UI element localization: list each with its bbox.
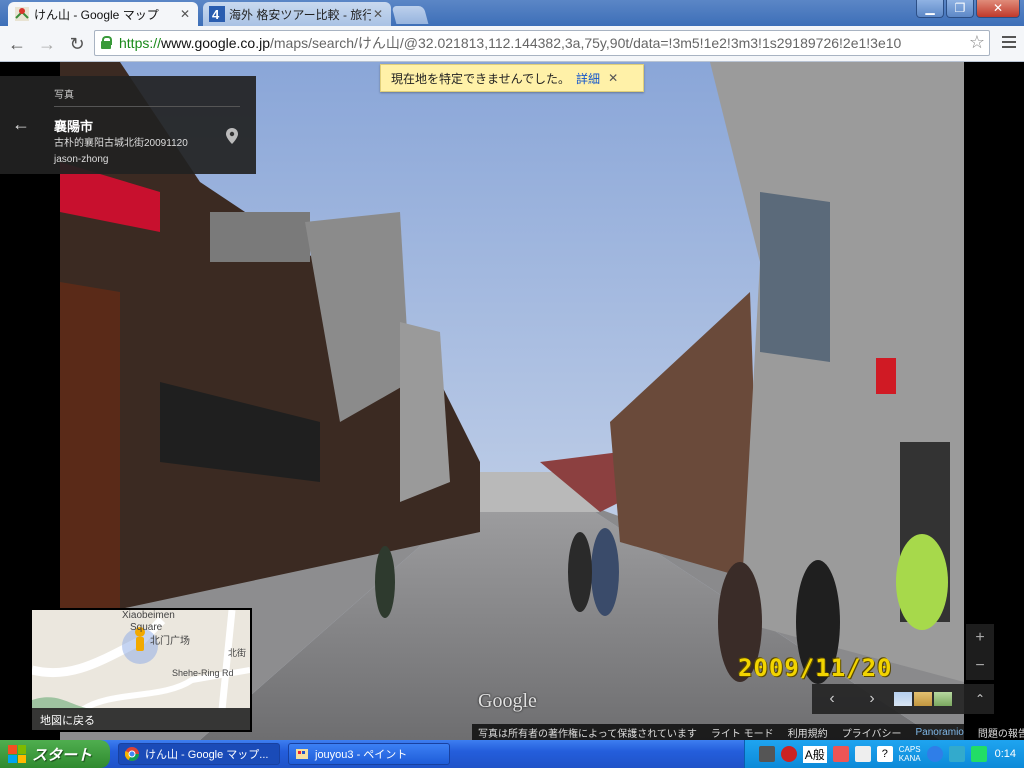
- network-icon[interactable]: [970, 746, 987, 762]
- photo-author[interactable]: jason-zhong: [54, 154, 108, 165]
- ime-pad-icon[interactable]: [780, 746, 797, 762]
- help-icon[interactable]: ?: [876, 746, 893, 762]
- mini-map[interactable]: Xiaobeimen Square 北门广场 北街 Shehe-Ring Rd …: [30, 608, 252, 732]
- forward-arrow-icon[interactable]: →: [34, 31, 60, 57]
- taskbar-item-paint[interactable]: jouyou3 - ペイント: [288, 743, 450, 765]
- panoramio-link[interactable]: Panoramio: [916, 727, 964, 738]
- kana-indicator: KANA: [898, 754, 921, 763]
- paint-icon: [296, 749, 308, 759]
- zoom-in-icon[interactable]: +: [966, 624, 994, 652]
- ime-tool-icon[interactable]: [832, 746, 849, 762]
- google-maps-favicon-icon: [15, 7, 29, 21]
- privacy-link[interactable]: プライバシー: [842, 725, 902, 740]
- photo-thumbnail[interactable]: [894, 692, 912, 706]
- divider: [54, 106, 240, 107]
- toast-close-icon[interactable]: ✕: [608, 71, 618, 85]
- keyboard-icon[interactable]: [758, 746, 775, 762]
- zoom-out-icon[interactable]: −: [966, 652, 994, 680]
- back-arrow-icon[interactable]: ←: [4, 31, 30, 57]
- browser-tab-strip: けん山 - Google マップ ✕ 4 海外 格安ツアー比較 - 旅行 ✕ ▁…: [0, 0, 1024, 26]
- url-scheme: https://: [119, 35, 162, 51]
- ime-mode[interactable]: A般: [802, 745, 827, 763]
- bookmark-star-icon[interactable]: ☆: [969, 32, 985, 53]
- back-arrow-icon[interactable]: ←: [12, 114, 30, 135]
- window-controls: ▁ ❐ ✕: [914, 0, 1020, 18]
- copyright-notice: 写真は所有者の著作権によって保護されています: [478, 728, 697, 740]
- toast-message: 現在地を特定できませんでした。: [391, 71, 571, 86]
- location-error-toast: 現在地を特定できませんでした。 詳細 ✕: [380, 64, 644, 92]
- map-label: 北门广场: [150, 636, 190, 647]
- map-label: 北街: [228, 648, 247, 658]
- report-problem-link[interactable]: 問題の報告: [978, 725, 1024, 740]
- toast-details-link[interactable]: 詳細: [576, 70, 600, 87]
- tab-title: 海外 格安ツアー比較 - 旅行: [229, 7, 371, 22]
- photo-thumbnail[interactable]: [914, 692, 932, 706]
- ime-dictionary-icon[interactable]: [854, 746, 871, 762]
- photo-date-stamp: 2009/11/20: [738, 654, 893, 682]
- minimize-icon[interactable]: ▁: [916, 0, 944, 18]
- browser-toolbar: ← → ↻ https://www.google.co.jp/maps/sear…: [0, 26, 1024, 62]
- system-tray: A般 ? CAPS KANA 0:14: [744, 740, 1024, 768]
- tab-close-icon[interactable]: ✕: [178, 7, 192, 21]
- url-path: /maps/search/けん山/@32.021813,112.144382,3…: [269, 35, 902, 51]
- photo-description: 古朴的襄阳古城北街20091120: [54, 138, 188, 149]
- next-photo-icon[interactable]: ›: [852, 690, 892, 708]
- chrome-menu-icon[interactable]: [1002, 36, 1016, 50]
- expand-tray-icon[interactable]: [926, 746, 943, 762]
- photo-thumbnail[interactable]: [934, 692, 952, 706]
- taskbar-item-chrome[interactable]: けん山 - Google マップ...: [118, 743, 280, 765]
- photo-category: 写真: [54, 90, 74, 101]
- tab-title: けん山 - Google マップ: [34, 7, 159, 22]
- map-footer: 写真は所有者の著作権によって保護されています ライト モード 利用規約 プライバ…: [472, 724, 1024, 740]
- zoom-control: + −: [966, 624, 994, 680]
- caps-indicator: CAPS: [898, 745, 921, 754]
- close-window-icon[interactable]: ✕: [976, 0, 1020, 18]
- svg-text:4: 4: [212, 7, 220, 22]
- chrome-icon: [125, 747, 139, 761]
- google-watermark: Google: [478, 690, 537, 712]
- map-label: Shehe-Ring Rd: [172, 668, 234, 678]
- url-host: www.google.co.jp: [161, 35, 270, 51]
- start-button[interactable]: スタート: [0, 740, 110, 768]
- lite-mode-link[interactable]: ライト モード: [711, 725, 774, 740]
- volume-icon[interactable]: [948, 746, 965, 762]
- location-pin-icon[interactable]: [226, 128, 238, 144]
- photo-info-card: ← 写真 襄陽市 古朴的襄阳古城北街20091120 jason-zhong: [0, 76, 256, 174]
- expand-up-icon[interactable]: ⌃: [966, 692, 994, 706]
- url-text[interactable]: https://www.google.co.jp/maps/search/けん山…: [119, 33, 989, 53]
- tab-google-maps[interactable]: けん山 - Google マップ ✕: [8, 2, 198, 26]
- address-bar[interactable]: https://www.google.co.jp/maps/search/けん山…: [94, 30, 990, 56]
- clock[interactable]: 0:14: [995, 748, 1016, 760]
- map-label: Xiaobeimen: [122, 610, 175, 621]
- terms-link[interactable]: 利用規約: [788, 725, 828, 740]
- site-4travel-favicon-icon: 4: [209, 6, 225, 22]
- taskbar-item-label: jouyou3 - ペイント: [315, 749, 408, 761]
- restore-icon[interactable]: ❐: [946, 0, 974, 18]
- windows-logo-icon: [8, 745, 26, 763]
- back-to-map-button[interactable]: 地図に戻る: [32, 708, 250, 730]
- photo-navigation: ‹ › ⌃: [812, 684, 994, 714]
- previous-photo-icon[interactable]: ‹: [812, 690, 852, 708]
- taskbar-item-label: けん山 - Google マップ...: [145, 749, 269, 761]
- start-label: スタート: [32, 746, 93, 764]
- new-tab-button[interactable]: [391, 6, 429, 24]
- street-view-viewport[interactable]: ← 写真 襄陽市 古朴的襄阳古城北街20091120 jason-zhong 現…: [0, 62, 1024, 740]
- windows-taskbar: スタート けん山 - Google マップ... jouyou3 - ペイント …: [0, 740, 1024, 768]
- place-title[interactable]: 襄陽市: [54, 116, 93, 135]
- tab-tour-compare[interactable]: 4 海外 格安ツアー比較 - 旅行 ✕: [203, 2, 391, 26]
- reload-icon[interactable]: ↻: [64, 31, 90, 57]
- tab-close-icon[interactable]: ✕: [371, 7, 385, 21]
- caps-kana-indicator: CAPS KANA: [899, 745, 921, 763]
- lock-icon: [99, 36, 113, 50]
